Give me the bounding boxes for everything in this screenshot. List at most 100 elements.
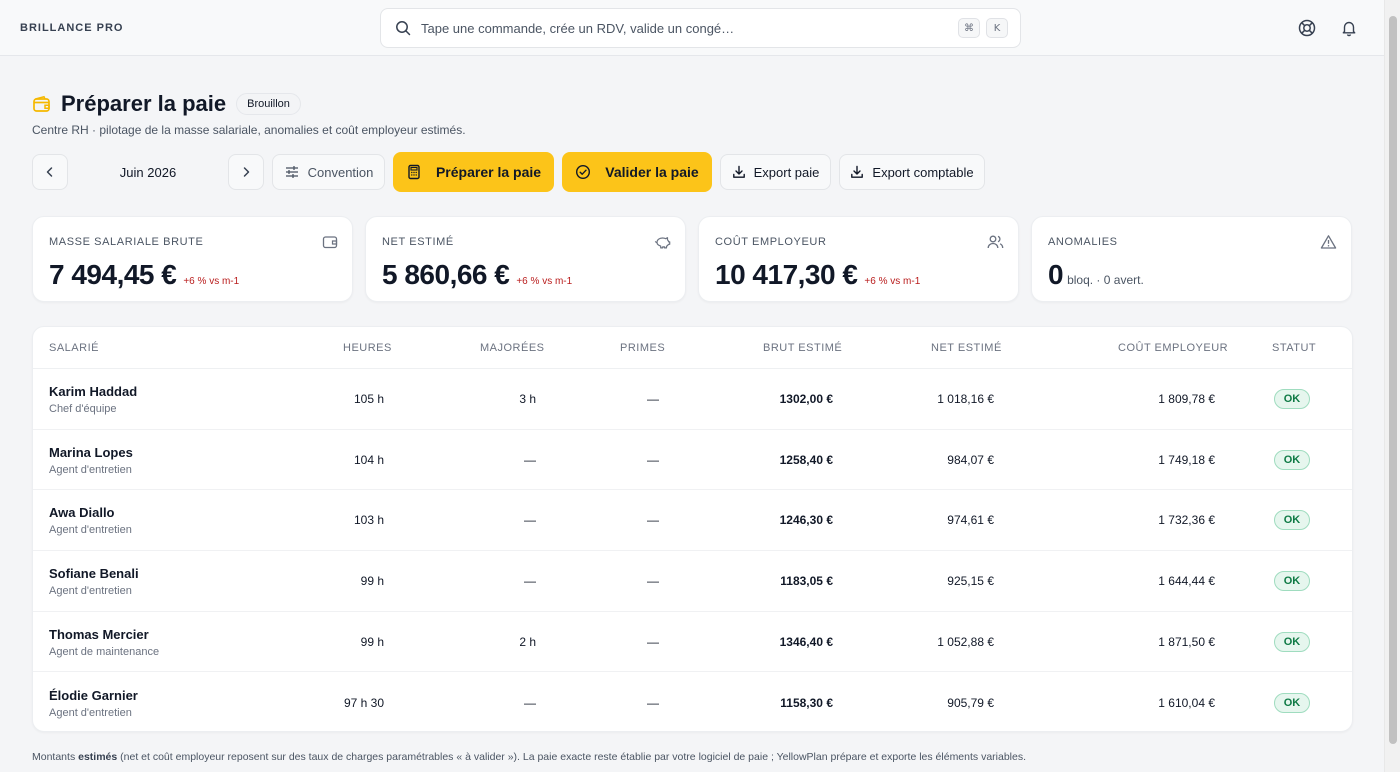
help-icon[interactable] <box>1296 17 1318 39</box>
net-cell: 1 052,88 € <box>937 634 994 649</box>
kpi-value: 0 <box>1048 259 1064 290</box>
search-bar[interactable]: ⌘ K <box>380 8 1021 48</box>
table-row[interactable]: Awa Diallo Agent d'entretien 103 h — — 1246,3… <box>33 490 1352 552</box>
kpi-value: 10 417,30 € <box>715 259 858 290</box>
employer-cost-cell: 1 644,44 € <box>1158 574 1215 589</box>
status-badge: Brouillon <box>236 93 301 115</box>
hours-cell: 103 h <box>353 513 384 528</box>
table-row[interactable]: Élodie Garnier Agent d'entretien 97 h 30 — —… <box>33 673 1352 732</box>
employer-cost-cell: 1 871,50 € <box>1158 634 1215 649</box>
prepare-payroll-label: Préparer la paie <box>435 164 542 180</box>
payroll-table: Salarié Heures Majorées Primes Brut esti… <box>32 326 1353 732</box>
status-badge: OK <box>1274 631 1310 652</box>
download-icon <box>732 165 745 178</box>
employee-role: Agent d'entretien <box>49 585 132 598</box>
prepare-payroll-button[interactable]: Préparer la paie <box>393 152 554 192</box>
kpi-delta: +6 % vs m-1 <box>864 276 921 287</box>
next-month-button[interactable] <box>228 154 264 190</box>
overtime-cell: 2 h <box>519 634 536 649</box>
header-bonuses[interactable]: Primes <box>620 342 665 354</box>
kpi-net-estimated: Net estimé 5 860,66 € +6 % vs m-1 <box>365 216 686 302</box>
hours-cell: 99 h <box>360 634 384 649</box>
disclaimer-prefix: Montants <box>32 751 76 763</box>
sliders-icon <box>285 166 298 178</box>
header-hours[interactable]: Heures <box>343 342 392 354</box>
export-payroll-button[interactable]: Export paie <box>720 154 831 190</box>
employee-role: Chef d'équipe <box>49 403 117 415</box>
validate-payroll-label: Valider la paie <box>605 164 699 180</box>
brand-logo[interactable]: BRILLANCE PRO <box>20 22 123 34</box>
page-subtitle: Centre RH · pilotage de la masse salaria… <box>32 123 466 137</box>
calculator-icon <box>408 164 420 180</box>
kpi-label: Anomalies <box>1048 236 1118 248</box>
employee-role: Agent d'entretien <box>49 706 132 719</box>
overtime-cell: — <box>524 513 536 528</box>
previous-month-button[interactable] <box>32 154 68 190</box>
employee-role: Agent de maintenance <box>49 645 160 658</box>
header-overtime[interactable]: Majorées <box>480 342 545 354</box>
header-employer-cost[interactable]: Coût employeur <box>1118 342 1228 354</box>
employee-name[interactable]: Thomas Mercier <box>49 627 149 642</box>
search-input[interactable] <box>421 20 952 36</box>
hours-cell: 105 h <box>353 392 384 406</box>
convention-button[interactable]: Convention <box>272 154 385 190</box>
employer-cost-cell: 1 749,18 € <box>1158 452 1215 467</box>
kpi-delta: +6 % vs m-1 <box>183 276 240 287</box>
overtime-cell: — <box>524 574 536 589</box>
export-accounting-label: Export comptable <box>872 164 974 180</box>
download-icon <box>851 165 864 178</box>
employee-name[interactable]: Marina Lopes <box>49 445 133 460</box>
current-month: Juin 2026 <box>119 164 177 180</box>
export-accounting-button[interactable]: Export comptable <box>839 154 985 190</box>
status-badge: OK <box>1274 692 1310 713</box>
bonuses-cell: — <box>647 695 659 710</box>
bonuses-cell: — <box>647 513 659 528</box>
employee-role: Agent d'entretien <box>49 524 132 537</box>
employee-name[interactable]: Élodie Garnier <box>49 688 138 703</box>
kpi-value: 5 860,66 € <box>382 259 510 290</box>
status-badge: OK <box>1274 571 1310 592</box>
kpi-label: Masse salariale brute <box>49 236 204 248</box>
status-badge: OK <box>1274 449 1310 470</box>
net-cell: 1 018,16 € <box>937 392 994 406</box>
header-gross[interactable]: Brut estimé <box>763 342 842 354</box>
bonuses-cell: — <box>647 574 659 589</box>
overtime-cell: — <box>524 452 536 467</box>
employer-cost-cell: 1 732,36 € <box>1158 513 1215 528</box>
piggy-bank-icon <box>654 237 671 249</box>
gross-cell: 1258,40 € <box>779 452 833 467</box>
wallet-icon <box>322 236 338 249</box>
kpi-value: 7 494,45 € <box>49 259 177 290</box>
table-row[interactable]: Karim Haddad Chef d'équipe 105 h 3 h — 1302,0… <box>33 369 1352 430</box>
convention-button-label: Convention <box>307 164 374 180</box>
overtime-cell: 3 h <box>519 392 536 406</box>
header-employee[interactable]: Salarié <box>49 342 99 354</box>
net-cell: 905,79 € <box>947 695 994 710</box>
employer-cost-cell: 1 610,04 € <box>1158 695 1215 710</box>
employee-name[interactable]: Awa Diallo <box>49 505 115 520</box>
page-scrollbar[interactable] <box>1384 0 1400 772</box>
bonuses-cell: — <box>647 392 659 406</box>
net-cell: 974,61 € <box>947 513 994 528</box>
kpi-label: Coût employeur <box>715 236 827 248</box>
header-status[interactable]: Statut <box>1272 342 1316 354</box>
disclaimer-note: Montants estimés (net et coût employeur … <box>32 751 1026 763</box>
disclaimer-emphasis: estimés <box>78 751 118 763</box>
validate-payroll-button[interactable]: Valider la paie <box>562 152 712 192</box>
scrollbar-thumb[interactable] <box>1389 16 1397 744</box>
employee-name[interactable]: Karim Haddad <box>49 384 137 399</box>
wallet-icon <box>33 95 50 112</box>
bell-icon[interactable] <box>1338 17 1360 39</box>
table-row[interactable]: Marina Lopes Agent d'entretien 104 h — — 1258… <box>33 430 1352 491</box>
table-row[interactable]: Thomas Mercier Agent de maintenance 99 h 2 … <box>33 612 1352 673</box>
kpi-anomalies: Anomalies 0 bloq. · 0 avert. <box>1031 216 1352 302</box>
hours-cell: 104 h <box>353 452 384 467</box>
users-icon <box>987 235 1004 249</box>
top-bar: BRILLANCE PRO ⌘ K <box>0 0 1384 56</box>
employee-name[interactable]: Sofiane Benali <box>49 566 139 581</box>
disclaimer-text: (net et coût employeur reposent sur des … <box>120 751 1027 763</box>
status-badge: OK <box>1274 389 1310 409</box>
table-row[interactable]: Sofiane Benali Agent d'entretien 99 h — — 118… <box>33 551 1352 612</box>
header-net[interactable]: Net estimé <box>931 342 1002 354</box>
gross-cell: 1246,30 € <box>779 513 833 528</box>
